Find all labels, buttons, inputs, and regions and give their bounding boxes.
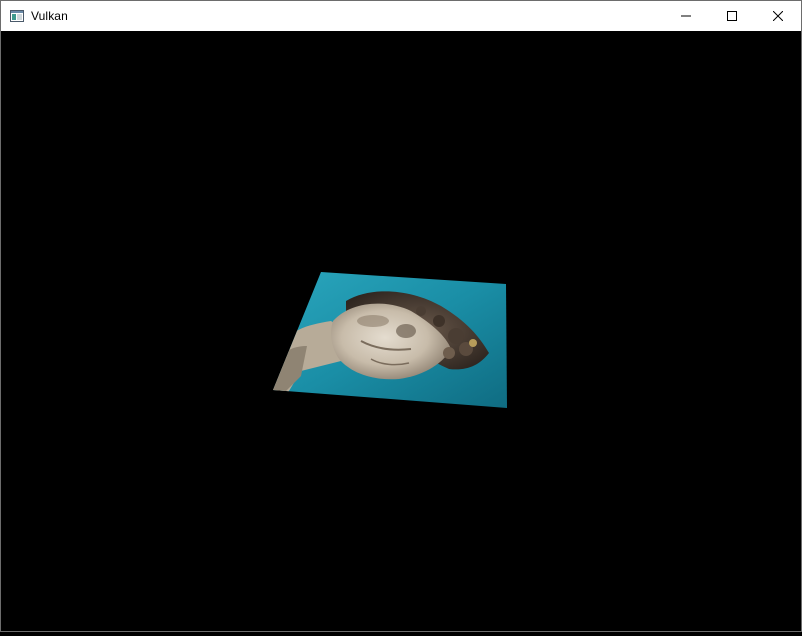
window-controls: [663, 1, 801, 31]
app-icon: [9, 8, 25, 24]
maximize-button[interactable]: [709, 1, 755, 31]
vulkan-window: Vulkan: [0, 0, 802, 632]
render-viewport[interactable]: [1, 31, 801, 631]
minimize-button[interactable]: [663, 1, 709, 31]
textured-quad: [273, 272, 507, 408]
scene-canvas: [273, 272, 507, 408]
title-bar[interactable]: Vulkan: [1, 1, 801, 31]
close-icon: [773, 11, 783, 21]
maximize-icon: [727, 11, 737, 21]
window-title: Vulkan: [31, 9, 68, 23]
minimize-icon: [681, 15, 691, 17]
close-button[interactable]: [755, 1, 801, 31]
